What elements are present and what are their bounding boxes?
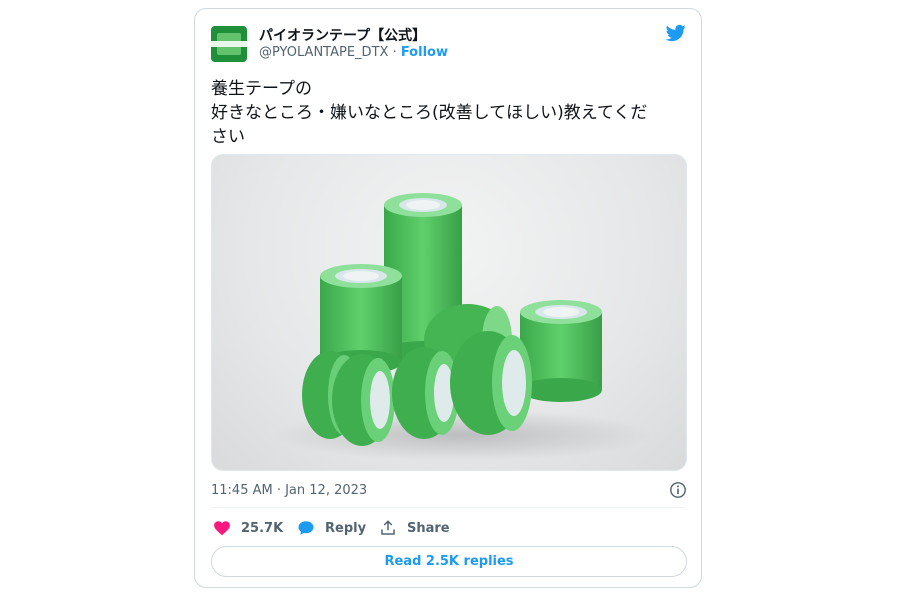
handle-separator: ·	[388, 45, 401, 60]
tweet-media-image[interactable]	[211, 154, 687, 471]
author-handle-row: @PYOLANTAPE_DTX · Follow	[259, 45, 448, 60]
tweet-header: パイオランテープ【公式】 @PYOLANTAPE_DTX · Follow	[211, 23, 687, 63]
share-icon	[381, 520, 395, 535]
tape-roll	[332, 354, 395, 446]
reply-button[interactable]: Reply	[297, 517, 366, 539]
author-handle[interactable]: @PYOLANTAPE_DTX	[259, 45, 388, 60]
reply-label: Reply	[325, 520, 367, 536]
tape-roll	[450, 331, 532, 435]
tape-roll	[392, 347, 459, 439]
share-label: Share	[407, 520, 450, 536]
author-display-name[interactable]: パイオランテープ【公式】	[259, 25, 426, 45]
tweet-embed-card: パイオランテープ【公式】 @PYOLANTAPE_DTX · Follow 養生…	[194, 8, 702, 588]
reply-bubble-icon	[298, 521, 314, 535]
tape-roll	[520, 300, 602, 402]
share-button[interactable]: Share	[379, 517, 450, 539]
tape-rolls-illustration	[272, 193, 652, 461]
like-count: 25.7K	[241, 520, 284, 536]
like-button[interactable]: 25.7K	[213, 517, 283, 539]
author-avatar[interactable]	[211, 26, 247, 62]
follow-link[interactable]: Follow	[401, 45, 448, 60]
heart-icon	[214, 521, 230, 536]
twitter-bird-icon[interactable]	[665, 23, 687, 43]
tweet-actions: 25.7K Reply Share	[211, 517, 681, 539]
divider	[211, 507, 685, 508]
tweet-timestamp[interactable]: 11:45 AM · Jan 12, 2023	[211, 483, 367, 498]
info-icon[interactable]	[669, 481, 687, 499]
tweet-text: 養生テープの 好きなところ・嫌いなところ(改善してほしい)教えてくだ さい	[211, 79, 648, 147]
read-replies-button[interactable]: Read 2.5K replies	[211, 546, 687, 577]
